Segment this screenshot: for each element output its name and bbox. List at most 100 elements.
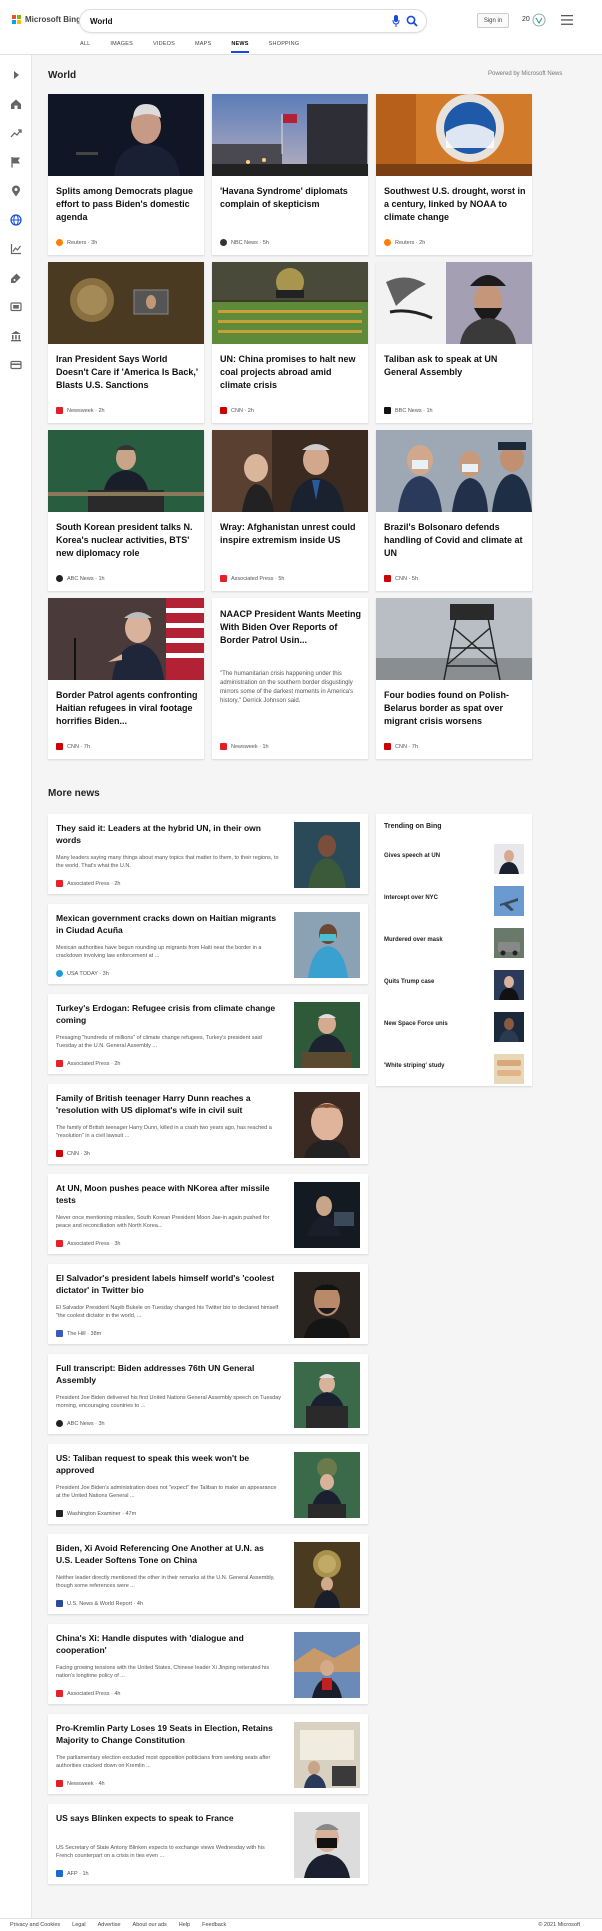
item-headline[interactable]: US: Taliban request to speak this week w… <box>56 1452 282 1476</box>
expand-icon[interactable] <box>10 69 22 81</box>
footer-link-feedback[interactable]: Feedback <box>202 1922 226 1928</box>
trending-item[interactable]: Intercept over NYC <box>384 886 524 916</box>
science-icon[interactable] <box>10 272 22 284</box>
card-headline[interactable]: Splits among Democrats plague effort to … <box>56 185 198 224</box>
card-headline[interactable]: Brazil's Bolsonaro defends handling of C… <box>384 521 526 560</box>
card-headline[interactable]: Wray: Afghanistan unrest could inspire e… <box>220 521 362 547</box>
news-card[interactable]: Southwest U.S. drought, worst in a centu… <box>376 94 532 255</box>
news-list-item[interactable]: Full transcript: Biden addresses 76th UN… <box>48 1354 368 1434</box>
card-headline[interactable]: Border Patrol agents confronting Haitian… <box>56 689 198 728</box>
search-icon[interactable] <box>406 15 418 27</box>
news-list-item[interactable]: US says Blinken expects to speak to Fran… <box>48 1804 368 1884</box>
item-thumbnail <box>294 1452 360 1518</box>
news-list-item[interactable]: Family of British teenager Harry Dunn re… <box>48 1084 368 1164</box>
footer-link-legal[interactable]: Legal <box>72 1922 85 1928</box>
item-headline[interactable]: Full transcript: Biden addresses 76th UN… <box>56 1362 282 1386</box>
news-card[interactable]: 'Havana Syndrome' diplomats complain of … <box>212 94 368 255</box>
trending-item[interactable]: Gives speech at UN <box>384 844 524 874</box>
footer-link-help[interactable]: Help <box>179 1922 190 1928</box>
card-headline[interactable]: Iran President Says World Doesn't Care i… <box>56 353 198 392</box>
news-card[interactable]: Taliban ask to speak at UN General Assem… <box>376 262 532 423</box>
tab-shopping[interactable]: SHOPPING <box>269 39 300 53</box>
item-headline[interactable]: Family of British teenager Harry Dunn re… <box>56 1092 282 1116</box>
footer-link-about-ads[interactable]: About our ads <box>133 1922 167 1928</box>
news-list-item[interactable]: Turkey's Erdogan: Refugee crisis from cl… <box>48 994 368 1074</box>
microphone-icon[interactable] <box>392 15 400 27</box>
flag-icon[interactable] <box>10 156 22 168</box>
trending-label[interactable]: Intercept over NYC <box>384 895 438 901</box>
card-icon[interactable] <box>10 359 22 371</box>
card-source: CNN · 2h <box>220 407 254 414</box>
news-card[interactable]: Four bodies found on Polish-Belarus bord… <box>376 598 532 759</box>
news-card[interactable]: NAACP President Wants Meeting With Biden… <box>212 598 368 759</box>
item-headline[interactable]: China's Xi: Handle disputes with 'dialog… <box>56 1632 282 1656</box>
tab-news[interactable]: NEWS <box>231 39 249 53</box>
trending-label[interactable]: Quits Trump case <box>384 979 434 985</box>
globe-icon[interactable] <box>10 214 22 226</box>
news-list-item[interactable]: Mexican government cracks down on Haitia… <box>48 904 368 984</box>
trending-item[interactable]: New Space Force unis <box>384 1012 524 1042</box>
trending-label[interactable]: Murdered over mask <box>384 937 443 943</box>
news-list-item[interactable]: At UN, Moon pushes peace with NKorea aft… <box>48 1174 368 1254</box>
bank-icon[interactable] <box>10 330 22 342</box>
item-headline[interactable]: At UN, Moon pushes peace with NKorea aft… <box>56 1182 282 1206</box>
news-card[interactable]: UN: China promises to halt new coal proj… <box>212 262 368 423</box>
tab-all[interactable]: ALL <box>80 39 90 53</box>
rewards-points[interactable]: 20 <box>522 16 530 23</box>
hamburger-menu-icon[interactable] <box>561 15 573 25</box>
news-list-item[interactable]: China's Xi: Handle disputes with 'dialog… <box>48 1624 368 1704</box>
sign-in-button[interactable]: Sign in <box>477 13 509 28</box>
trending-item[interactable]: Murdered over mask <box>384 928 524 958</box>
tab-maps[interactable]: MAPS <box>195 39 211 53</box>
ap-logo-icon <box>220 575 227 582</box>
news-list-item[interactable]: Biden, Xi Avoid Referencing One Another … <box>48 1534 368 1614</box>
rewards-icon[interactable] <box>532 13 546 27</box>
item-headline[interactable]: Turkey's Erdogan: Refugee crisis from cl… <box>56 1002 282 1026</box>
trending-label[interactable]: 'White striping' study <box>384 1063 445 1069</box>
search-input[interactable] <box>90 14 370 28</box>
news-card[interactable]: Iran President Says World Doesn't Care i… <box>48 262 204 423</box>
trending-item[interactable]: 'White striping' study <box>384 1054 524 1084</box>
news-list-item[interactable]: Pro-Kremlin Party Loses 19 Seats in Elec… <box>48 1714 368 1794</box>
item-headline[interactable]: US says Blinken expects to speak to Fran… <box>56 1812 282 1824</box>
card-image <box>376 94 532 176</box>
news-card[interactable]: South Korean president talks N. Korea's … <box>48 430 204 591</box>
item-headline[interactable]: Mexican government cracks down on Haitia… <box>56 912 282 936</box>
search-box[interactable] <box>80 10 426 32</box>
card-headline[interactable]: Southwest U.S. drought, worst in a centu… <box>384 185 526 224</box>
card-headline[interactable]: 'Havana Syndrome' diplomats complain of … <box>220 185 362 211</box>
news-card[interactable]: Border Patrol agents confronting Haitian… <box>48 598 204 759</box>
trending-icon[interactable] <box>10 127 22 139</box>
news-card[interactable]: Brazil's Bolsonaro defends handling of C… <box>376 430 532 591</box>
item-snippet: Never once mentioning missiles, South Ko… <box>56 1215 270 1229</box>
tab-videos[interactable]: VIDEOS <box>153 39 175 53</box>
trending-label[interactable]: Gives speech at UN <box>384 853 440 859</box>
trending-label[interactable]: New Space Force unis <box>384 1021 448 1027</box>
card-headline[interactable]: UN: China promises to halt new coal proj… <box>220 353 362 392</box>
footer-link-privacy[interactable]: Privacy and Cookies <box>10 1922 60 1928</box>
news-list-item[interactable]: El Salvador's president labels himself w… <box>48 1264 368 1344</box>
chart-icon[interactable] <box>10 243 22 255</box>
home-icon[interactable] <box>10 98 22 110</box>
item-headline[interactable]: Pro-Kremlin Party Loses 19 Seats in Elec… <box>56 1722 282 1746</box>
item-headline[interactable]: Biden, Xi Avoid Referencing One Another … <box>56 1542 282 1566</box>
news-list-item[interactable]: US: Taliban request to speak this week w… <box>48 1444 368 1524</box>
tv-icon[interactable] <box>10 301 22 313</box>
tab-images[interactable]: IMAGES <box>110 39 133 53</box>
card-headline[interactable]: Four bodies found on Polish-Belarus bord… <box>384 689 526 728</box>
powered-by-label[interactable]: Powered by Microsoft News <box>488 71 562 77</box>
card-headline[interactable]: South Korean president talks N. Korea's … <box>56 521 198 560</box>
card-headline[interactable]: Taliban ask to speak at UN General Assem… <box>384 353 526 379</box>
card-headline[interactable]: NAACP President Wants Meeting With Biden… <box>220 608 362 647</box>
news-card[interactable]: Wray: Afghanistan unrest could inspire e… <box>212 430 368 591</box>
item-headline[interactable]: They said it: Leaders at the hybrid UN, … <box>56 822 282 846</box>
item-snippet: President Joe Biden delivered his first … <box>56 1395 282 1409</box>
bing-logo[interactable]: Microsoft Bing <box>12 15 81 24</box>
news-list-item[interactable]: They said it: Leaders at the hybrid UN, … <box>48 814 368 894</box>
location-icon[interactable] <box>10 185 22 197</box>
news-card[interactable]: Splits among Democrats plague effort to … <box>48 94 204 255</box>
item-thumbnail <box>294 1812 360 1878</box>
footer-link-advertise[interactable]: Advertise <box>98 1922 121 1928</box>
trending-item[interactable]: Quits Trump case <box>384 970 524 1000</box>
item-headline[interactable]: El Salvador's president labels himself w… <box>56 1272 282 1296</box>
